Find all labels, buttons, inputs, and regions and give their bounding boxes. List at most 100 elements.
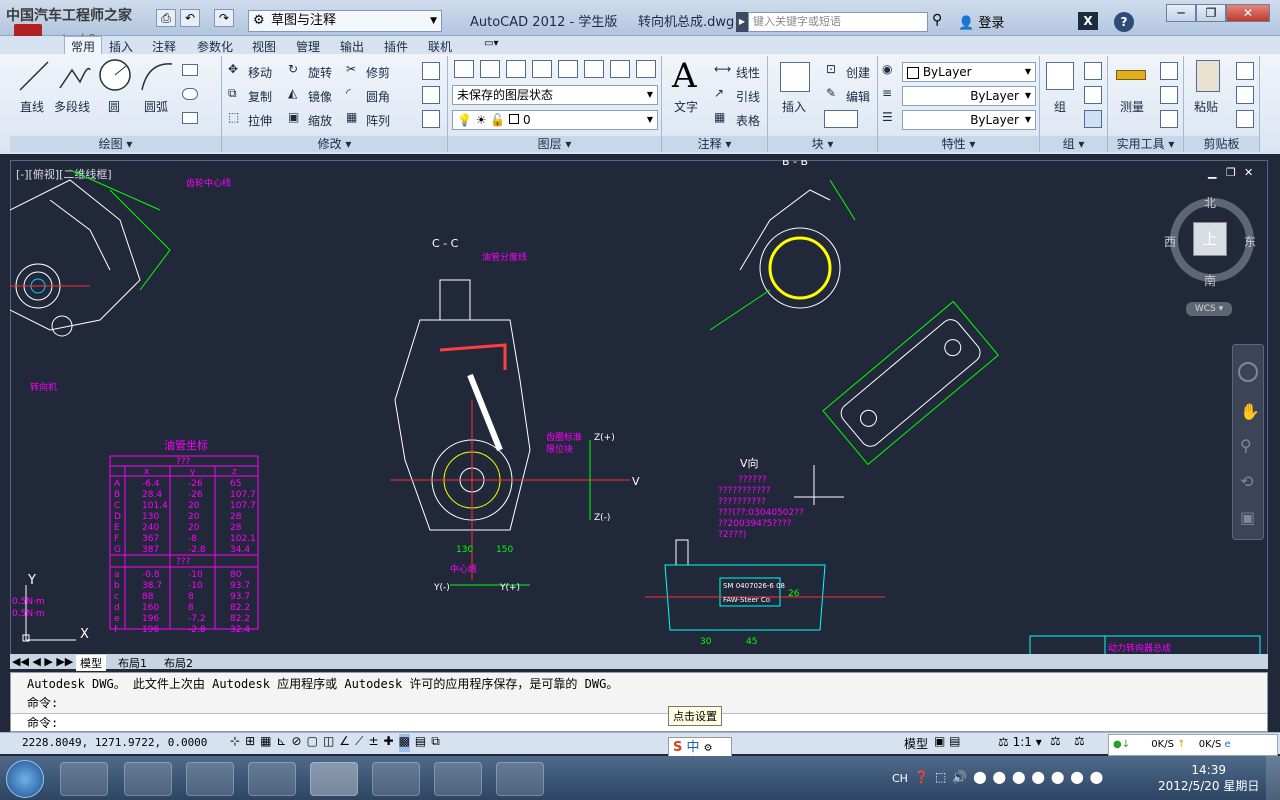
close-button[interactable]: ✕ xyxy=(1226,4,1270,22)
circle-button[interactable]: 圆 xyxy=(108,98,120,115)
measure-button[interactable]: 测量 xyxy=(1120,98,1144,115)
linear-button[interactable]: 线性 xyxy=(736,64,760,81)
tab-view[interactable]: 视图 xyxy=(252,38,276,55)
array-button[interactable]: 阵列 xyxy=(366,112,390,129)
taskbar-app-autocad[interactable] xyxy=(310,762,358,796)
object-snap-icon[interactable]: ▢ xyxy=(307,734,318,752)
tab-annotate[interactable]: 注释 xyxy=(152,38,176,55)
start-button[interactable] xyxy=(6,760,44,798)
search-expand-arrow[interactable]: ▶ xyxy=(736,12,748,32)
login-button[interactable]: 👤 登录 xyxy=(958,12,1004,31)
undo-icon[interactable]: ↶ xyxy=(180,9,200,27)
model-space-button[interactable]: 模型 xyxy=(904,735,928,752)
stretch-button[interactable]: 拉伸 xyxy=(248,112,272,129)
tab-manage[interactable]: 管理 xyxy=(296,38,320,55)
layer-states-icon[interactable] xyxy=(480,60,500,78)
ribbon-toggle-icon[interactable]: ▭▾ xyxy=(484,38,498,49)
selection-cycling-icon[interactable]: ⧉ xyxy=(431,734,440,752)
panel-title-clipboard[interactable]: 剪贴板 xyxy=(1184,136,1259,152)
tab-output[interactable]: 输出 xyxy=(340,38,364,55)
clock[interactable]: 14:39 2012/5/20 星期日 xyxy=(1158,763,1259,794)
polyline-button[interactable]: 多段线 xyxy=(54,98,90,115)
viewcube-south[interactable]: 南 xyxy=(1204,272,1216,289)
paste-button[interactable]: 粘贴 xyxy=(1194,98,1218,115)
wcs-dropdown[interactable]: WCS ▾ xyxy=(1186,302,1232,316)
tab-layout2[interactable]: 布局2 xyxy=(164,655,193,671)
lineweight-dropdown[interactable]: ByLayer ▼ xyxy=(902,86,1036,106)
language-indicator[interactable]: CH xyxy=(892,772,908,785)
layer-unisolate-icon[interactable] xyxy=(584,60,604,78)
scale-button[interactable]: 缩放 xyxy=(308,112,332,129)
panel-title-properties[interactable]: 特性 ▾ xyxy=(878,136,1039,152)
panel-title-modify[interactable]: 修改 ▾ xyxy=(222,136,447,152)
annotation-scale[interactable]: ⚖ 1:1 ▾ xyxy=(998,735,1042,749)
leader-button[interactable]: 引线 xyxy=(736,88,760,105)
panel-title-layers[interactable]: 图层 ▾ xyxy=(448,136,661,152)
polar-tracking-icon[interactable]: ⊘ xyxy=(292,734,302,752)
panel-title-annotation[interactable]: 注释 ▾ xyxy=(662,136,767,152)
lineweight-toggle-icon[interactable]: ✚ xyxy=(384,734,394,752)
taskbar-app-matlab[interactable] xyxy=(372,762,420,796)
attribute-icon[interactable] xyxy=(824,110,858,128)
layer-dropdown[interactable]: 💡 ☀ 🔓 0 ▼ xyxy=(452,110,658,130)
text-button[interactable]: 文字 xyxy=(674,98,698,115)
layer-freeze-icon[interactable] xyxy=(610,60,630,78)
quick-properties-icon[interactable]: ▤ xyxy=(415,734,426,752)
rotate-button[interactable]: 旋转 xyxy=(308,64,332,81)
layer-off-icon[interactable] xyxy=(636,60,656,78)
panel-title-block[interactable]: 块 ▾ xyxy=(768,136,877,152)
linetype-dropdown[interactable]: ByLayer ▼ xyxy=(902,110,1036,130)
taskbar-app-360[interactable] xyxy=(60,762,108,796)
erase-icon[interactable] xyxy=(422,62,440,80)
match-properties-icon[interactable] xyxy=(1236,110,1254,128)
steering-wheel-icon[interactable] xyxy=(1238,362,1258,382)
table-button[interactable]: 表格 xyxy=(736,112,760,129)
taskbar-app-paint[interactable] xyxy=(496,762,544,796)
layer-state-dropdown[interactable]: 未保存的图层状态 ▼ xyxy=(452,85,658,105)
edit-button[interactable]: 编辑 xyxy=(846,88,870,105)
group-edit-icon[interactable] xyxy=(1084,86,1102,104)
binoculars-icon[interactable]: ⚲ xyxy=(932,12,942,28)
mirror-button[interactable]: 镜像 xyxy=(308,88,332,105)
command-input[interactable]: 命令: xyxy=(11,713,1267,731)
panel-title-utilities[interactable]: 实用工具 ▾ xyxy=(1108,136,1183,152)
auto-scale-icon[interactable]: ⚖ xyxy=(1074,734,1085,748)
dynamic-ucs-icon[interactable]: ⟋ xyxy=(355,734,363,752)
copy-clip-icon[interactable] xyxy=(1236,86,1254,104)
taskbar-app-thunder[interactable] xyxy=(248,762,296,796)
color-dropdown[interactable]: ByLayer ▼ xyxy=(902,62,1036,82)
transparency-icon[interactable]: ▩ xyxy=(398,734,410,752)
showmotion-icon[interactable]: ▣ xyxy=(1240,508,1255,527)
group-select-icon[interactable] xyxy=(1084,110,1102,128)
layer-isolate-icon[interactable] xyxy=(558,60,578,78)
layer-properties-icon[interactable] xyxy=(454,60,474,78)
redo-icon[interactable]: ↷ xyxy=(214,9,234,27)
offset-icon[interactable] xyxy=(422,110,440,128)
quick-select-icon[interactable] xyxy=(1160,62,1178,80)
snap-mode-icon[interactable]: ⊞ xyxy=(245,734,255,752)
tab-parametric[interactable]: 参数化 xyxy=(197,38,233,55)
viewcube-top-face[interactable]: 上 xyxy=(1193,222,1227,256)
trim-button[interactable]: 修剪 xyxy=(366,64,390,81)
drafting-toggles[interactable]: ⊹ ⊞ ▦ ⊾ ⊘ ▢ ◫ ∠ ⟋ ± ✚ ▩ ▤ ⧉ xyxy=(230,734,535,752)
layer-previous-icon[interactable] xyxy=(532,60,552,78)
panel-title-groups[interactable]: 组 ▾ xyxy=(1040,136,1107,152)
restore-button[interactable]: ❐ xyxy=(1196,4,1226,22)
layout-view-icon[interactable]: ▣ ▤ xyxy=(934,734,961,748)
move-button[interactable]: 移动 xyxy=(248,64,272,81)
line-button[interactable]: 直线 xyxy=(20,98,44,115)
select-all-icon[interactable] xyxy=(1160,86,1178,104)
exchange-icon[interactable]: X xyxy=(1078,12,1098,30)
taskbar-app-qq[interactable] xyxy=(124,762,172,796)
ortho-mode-icon[interactable]: ⊾ xyxy=(276,734,286,752)
copy-button[interactable]: 复制 xyxy=(248,88,272,105)
taskbar-app-avatar[interactable] xyxy=(186,762,234,796)
pan-icon[interactable]: ✋ xyxy=(1240,402,1260,421)
tab-layout1[interactable]: 布局1 xyxy=(118,655,147,671)
coordinate-display[interactable]: 2228.8049, 1271.9722, 0.0000 xyxy=(22,736,207,749)
hatch-icon[interactable] xyxy=(182,88,198,100)
ungroup-icon[interactable] xyxy=(1084,62,1102,80)
calculator-icon[interactable] xyxy=(1160,110,1178,128)
3d-osnap-icon[interactable]: ◫ xyxy=(323,734,334,752)
orbit-icon[interactable]: ⟲ xyxy=(1240,472,1253,491)
